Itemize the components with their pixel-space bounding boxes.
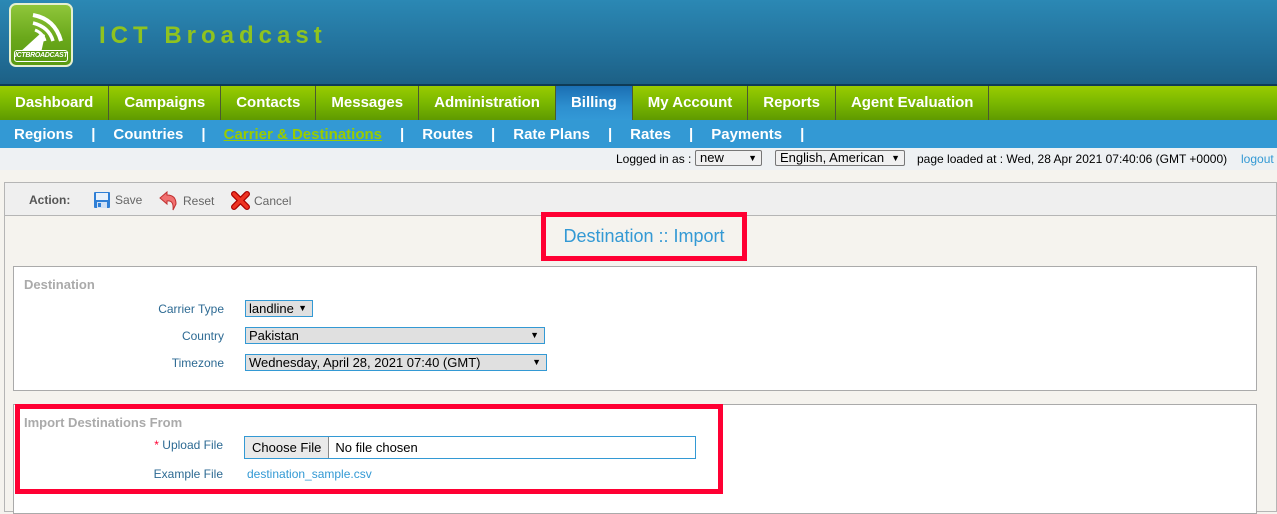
- subnav-countries[interactable]: Countries: [113, 126, 183, 143]
- save-button[interactable]: Save: [93, 191, 142, 209]
- upload-file-input[interactable]: Choose File No file chosen: [244, 436, 696, 459]
- timezone-label: Timezone: [171, 356, 224, 370]
- required-marker: *: [154, 438, 159, 452]
- page-title: Destination :: Import: [541, 212, 747, 261]
- tab-my-account[interactable]: My Account: [633, 86, 749, 120]
- subnav-separator: |: [491, 125, 496, 143]
- save-icon: [94, 192, 110, 208]
- subnav-separator: |: [91, 125, 96, 143]
- app-title: ICT Broadcast: [99, 22, 327, 49]
- tab-reports[interactable]: Reports: [748, 86, 836, 120]
- user-select[interactable]: new ▼: [695, 150, 762, 166]
- tab-administration[interactable]: Administration: [419, 86, 556, 120]
- carrier-type-label: Carrier Type: [158, 302, 224, 316]
- file-status: No file chosen: [335, 440, 418, 455]
- example-file-link[interactable]: destination_sample.csv: [247, 467, 372, 481]
- tab-contacts[interactable]: Contacts: [221, 86, 317, 120]
- destination-section-title: Destination: [24, 277, 95, 292]
- tab-campaigns[interactable]: Campaigns: [109, 86, 222, 120]
- logged-in-label: Logged in as :: [616, 152, 692, 166]
- timezone-select[interactable]: Wednesday, April 28, 2021 07:40 (GMT) ▼: [245, 354, 547, 371]
- country-select[interactable]: Pakistan ▼: [245, 327, 545, 344]
- cancel-label: Cancel: [254, 193, 292, 208]
- subnav-rates[interactable]: Rates: [630, 126, 671, 143]
- main-nav: Dashboard Campaigns Contacts Messages Ad…: [0, 84, 1277, 120]
- upload-file-label: * Upload File: [23, 438, 223, 452]
- destination-fieldset: Destination Carrier Type landline ▼ Coun…: [13, 266, 1257, 391]
- chevron-down-icon: ▼: [891, 153, 900, 163]
- subnav-carrier-destinations[interactable]: Carrier & Destinations: [224, 126, 382, 143]
- subnav-separator: |: [201, 125, 206, 143]
- choose-file-button[interactable]: Choose File: [245, 437, 330, 458]
- close-icon: [231, 191, 250, 210]
- chevron-down-icon: ▼: [748, 153, 757, 163]
- chevron-down-icon: ▼: [532, 357, 541, 367]
- carrier-type-value: landline: [249, 301, 294, 316]
- upload-file-label-text: Upload File: [162, 438, 223, 452]
- page-loaded-time: page loaded at : Wed, 28 Apr 2021 07:40:…: [917, 152, 1228, 166]
- subnav-payments[interactable]: Payments: [711, 126, 782, 143]
- undo-arrow-icon: [159, 191, 177, 211]
- tab-messages[interactable]: Messages: [316, 86, 420, 120]
- brand-logo[interactable]: ICTBROADCAST: [9, 3, 73, 67]
- save-label: Save: [115, 193, 143, 207]
- subnav-separator: |: [400, 125, 405, 143]
- subnav-routes[interactable]: Routes: [422, 126, 473, 143]
- content-panel: Action: Save Reset Cancel Destination ::: [4, 182, 1277, 514]
- reset-label: Reset: [183, 194, 215, 208]
- tab-dashboard[interactable]: Dashboard: [0, 86, 110, 120]
- timezone-value: Wednesday, April 28, 2021 07:40 (GMT): [249, 355, 481, 370]
- app-header: ICTBROADCAST ICT Broadcast: [0, 0, 1277, 86]
- chevron-down-icon: ▼: [530, 330, 539, 340]
- carrier-type-select[interactable]: landline ▼: [245, 300, 313, 317]
- user-select-value: new: [700, 150, 724, 165]
- subnav-rate-plans[interactable]: Rate Plans: [513, 126, 590, 143]
- chevron-down-icon: ▼: [298, 303, 307, 313]
- reset-button[interactable]: Reset: [159, 191, 214, 211]
- sub-nav: Regions | Countries | Carrier & Destinat…: [0, 120, 1277, 148]
- country-label: Country: [181, 329, 224, 343]
- subnav-separator: |: [800, 125, 805, 143]
- status-bar: Logged in as : new ▼ English, American ▼…: [0, 148, 1277, 170]
- subnav-separator: |: [689, 125, 694, 143]
- subnav-regions[interactable]: Regions: [14, 126, 73, 143]
- language-select-value: English, American: [780, 150, 885, 165]
- logo-text: ICTBROADCAST: [14, 50, 68, 62]
- country-value: Pakistan: [249, 328, 299, 343]
- tab-billing[interactable]: Billing: [555, 86, 633, 120]
- tab-agent-evaluation[interactable]: Agent Evaluation: [836, 86, 990, 120]
- logout-link[interactable]: logout: [1241, 152, 1274, 166]
- language-select[interactable]: English, American ▼: [775, 150, 905, 166]
- subnav-separator: |: [607, 125, 613, 143]
- example-file-label: Example File: [153, 467, 223, 481]
- action-label: Action:: [29, 193, 71, 207]
- cancel-button[interactable]: Cancel: [231, 191, 291, 210]
